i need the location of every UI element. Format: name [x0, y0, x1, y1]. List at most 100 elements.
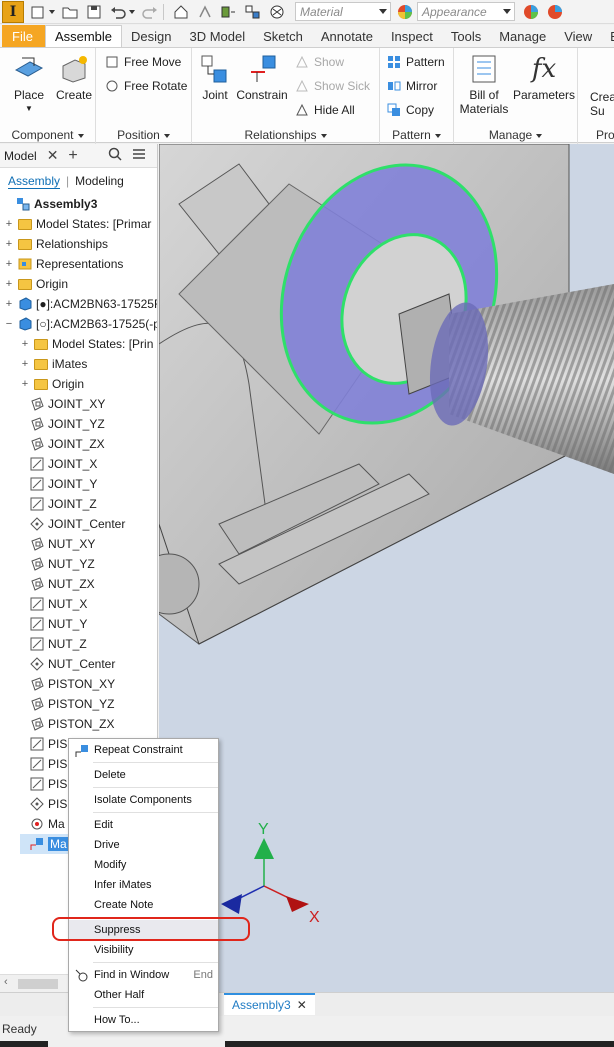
tree-item[interactable]: PISTON_ZX: [20, 714, 114, 734]
tree-item[interactable]: + Origin: [20, 374, 84, 394]
tree-item[interactable]: NUT_Z: [20, 634, 87, 654]
joint-button[interactable]: Joint: [196, 52, 234, 102]
redo-icon[interactable]: [140, 2, 160, 22]
tree-item[interactable]: JOINT_Center: [20, 514, 125, 534]
select-icon[interactable]: [219, 2, 239, 22]
app-menu-button[interactable]: I: [2, 0, 24, 23]
tree-item[interactable]: PISTON_YZ: [20, 694, 114, 714]
pattern-panel-footer[interactable]: Pattern: [380, 128, 453, 142]
appearance-combo[interactable]: Appearance: [417, 2, 515, 21]
tree-item[interactable]: Ma: [20, 814, 65, 834]
tree-item[interactable]: Ma: [20, 834, 69, 854]
expand-icon[interactable]: +: [20, 338, 30, 350]
new-dropdown-icon[interactable]: [48, 2, 56, 22]
tab-environments[interactable]: Env: [601, 25, 614, 47]
expand-icon[interactable]: +: [4, 298, 14, 310]
show-button[interactable]: Show: [294, 52, 344, 72]
menu-item-infer-imates[interactable]: Infer iMates: [69, 875, 218, 895]
graphics-viewport[interactable]: Y X: [159, 144, 614, 992]
menu-item-other-half[interactable]: Other Half: [69, 985, 218, 1005]
expand-icon[interactable]: +: [20, 358, 30, 370]
tree-item[interactable]: − [○]:ACM2B63-17525(-p: [4, 314, 157, 334]
tree-item[interactable]: JOINT_X: [20, 454, 97, 474]
close-icon[interactable]: ✕: [297, 998, 307, 1012]
tree-item[interactable]: NUT_X: [20, 594, 87, 614]
collapse-icon[interactable]: −: [4, 318, 14, 330]
measure-icon[interactable]: [243, 2, 263, 22]
tab-file[interactable]: File: [2, 25, 45, 47]
tree-item[interactable]: + [●]:ACM2BN63-17525R: [4, 294, 157, 314]
free-move-button[interactable]: Free Move: [104, 52, 181, 72]
tab-3d-model[interactable]: 3D Model: [181, 25, 255, 47]
save-icon[interactable]: [84, 2, 104, 22]
copy-button[interactable]: Copy: [386, 100, 434, 120]
ball-icon[interactable]: [267, 2, 287, 22]
menu-item-delete[interactable]: Delete: [69, 765, 218, 785]
create-button[interactable]: Create: [54, 52, 94, 102]
adjust-appearance-icon[interactable]: [521, 2, 541, 22]
relationships-panel-footer[interactable]: Relationships: [192, 128, 379, 142]
open-folder-icon[interactable]: [60, 2, 80, 22]
tab-design[interactable]: Design: [122, 25, 180, 47]
tree-item[interactable]: NUT_YZ: [20, 554, 95, 574]
tree-item[interactable]: NUT_Center: [20, 654, 115, 674]
tree-item[interactable]: JOINT_Y: [20, 474, 97, 494]
position-panel-footer[interactable]: Position: [96, 128, 191, 142]
menu-item-repeat-constraint[interactable]: Repeat Constraint: [69, 740, 218, 760]
create-substitute-button[interactable]: Crea Su: [590, 90, 614, 118]
tree-item[interactable]: + iMates: [20, 354, 88, 374]
scrollbar-thumb[interactable]: [18, 979, 58, 989]
tree-item[interactable]: PIS: [20, 774, 67, 794]
model-tab[interactable]: Model: [0, 149, 43, 163]
tab-sketch[interactable]: Sketch: [254, 25, 312, 47]
clear-appearance-icon[interactable]: [545, 2, 565, 22]
hide-all-button[interactable]: Hide All: [294, 100, 355, 120]
mirror-button[interactable]: Mirror: [386, 76, 437, 96]
manage-panel-footer[interactable]: Manage: [454, 128, 577, 142]
new-file-icon[interactable]: [28, 2, 48, 22]
component-panel-footer[interactable]: Component: [0, 128, 95, 142]
tree-item[interactable]: JOINT_YZ: [20, 414, 105, 434]
tab-annotate[interactable]: Annotate: [312, 25, 382, 47]
place-button[interactable]: Place ▼: [8, 52, 50, 116]
tree-item[interactable]: JOINT_Z: [20, 494, 97, 514]
tree-item[interactable]: NUT_XY: [20, 534, 95, 554]
scroll-left-icon[interactable]: ‹: [4, 976, 8, 988]
menu-item-how-to[interactable]: How To...: [69, 1010, 218, 1030]
tree-item[interactable]: + Relationships: [4, 234, 108, 254]
expand-icon[interactable]: +: [4, 258, 14, 270]
menu-item-visibility[interactable]: Visibility: [69, 940, 218, 960]
expand-icon[interactable]: +: [20, 378, 30, 390]
undo-dropdown-icon[interactable]: [128, 2, 136, 22]
home-icon[interactable]: [171, 2, 191, 22]
pattern-button[interactable]: Pattern: [386, 52, 445, 72]
tab-inspect[interactable]: Inspect: [382, 25, 442, 47]
tab-assemble[interactable]: Assemble: [44, 25, 123, 47]
modeling-subtab[interactable]: Modeling: [75, 174, 124, 188]
tree-item[interactable]: + Origin: [4, 274, 68, 294]
tree-item[interactable]: NUT_Y: [20, 614, 87, 634]
menu-item-modify[interactable]: Modify: [69, 855, 218, 875]
tab-tools[interactable]: Tools: [442, 25, 490, 47]
expand-icon[interactable]: +: [4, 278, 14, 290]
tree-item[interactable]: Assembly3: [2, 194, 97, 214]
add-tab-icon[interactable]: +: [68, 147, 77, 165]
menu-icon[interactable]: [132, 147, 146, 164]
tree-item[interactable]: PISTON_XY: [20, 674, 115, 694]
material-combo[interactable]: Material: [295, 2, 391, 21]
expand-icon[interactable]: +: [4, 238, 14, 250]
update-icon[interactable]: [195, 2, 215, 22]
document-tab-assembly3[interactable]: Assembly3 ✕: [224, 993, 315, 1015]
tree-item[interactable]: + Model States: [Primar: [4, 214, 152, 234]
menu-item-isolate-components[interactable]: Isolate Components: [69, 790, 218, 810]
assembly-subtab[interactable]: Assembly: [8, 174, 61, 189]
menu-item-create-note[interactable]: Create Note: [69, 895, 218, 915]
search-icon[interactable]: [108, 147, 122, 164]
expand-icon[interactable]: +: [4, 218, 14, 230]
menu-item-drive[interactable]: Drive: [69, 835, 218, 855]
tree-item[interactable]: + Model States: [Prin: [20, 334, 154, 354]
tree-item[interactable]: PIS: [20, 754, 67, 774]
tree-item[interactable]: JOINT_XY: [20, 394, 105, 414]
parameters-button[interactable]: fx Parameters: [512, 52, 576, 102]
tree-item[interactable]: JOINT_ZX: [20, 434, 105, 454]
